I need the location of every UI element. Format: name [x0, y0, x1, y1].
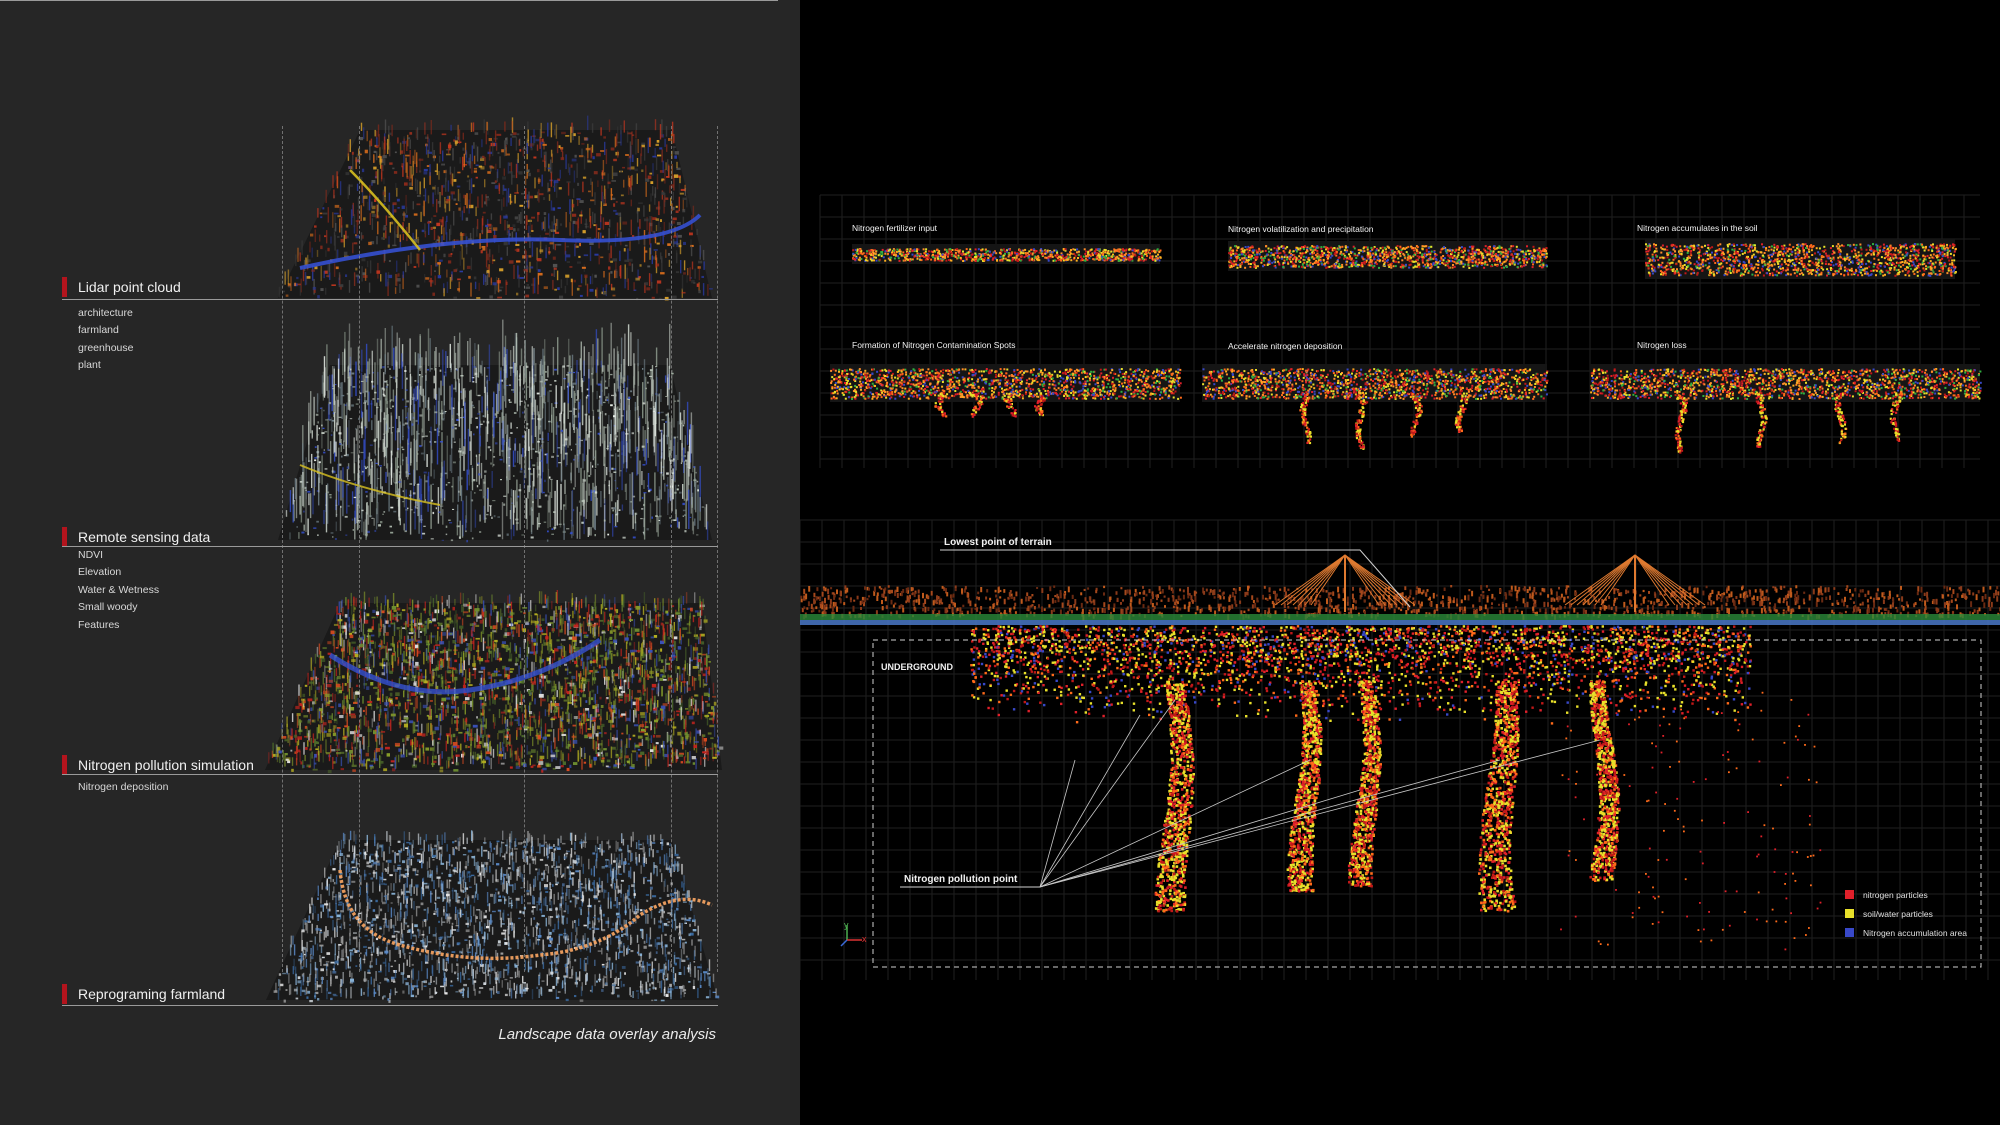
list-item: Features	[78, 617, 159, 634]
section-title-text: Reprograming farmland	[78, 986, 225, 1002]
section-title-reprogram: Reprograming farmland	[62, 984, 225, 1004]
section-marker	[62, 277, 67, 297]
label-underground: UNDERGROUND	[881, 662, 953, 672]
axis-y-label: y	[844, 920, 849, 930]
list-item: architecture	[78, 305, 133, 322]
layer-reprogram	[266, 830, 720, 1003]
panel-contamination	[830, 364, 1182, 418]
guide-line	[359, 126, 360, 972]
legend-label: Nitrogen accumulation area	[1863, 928, 1967, 938]
section-title-text: Lidar point cloud	[78, 279, 181, 295]
label-pollution-point: Nitrogen pollution point	[904, 874, 1017, 885]
legend-swatch	[1845, 928, 1854, 937]
label-lowest-point: Lowest point of terrain	[944, 537, 1052, 548]
layer-base	[278, 130, 712, 298]
panel-loss	[1590, 364, 1982, 454]
guide-line	[671, 126, 672, 972]
layer-remote	[278, 319, 712, 543]
list-item: Elevation	[78, 564, 159, 581]
section-title-text: Nitrogen pollution simulation	[78, 757, 254, 773]
panel-label: Formation of Nitrogen Contamination Spot…	[852, 340, 1015, 350]
simulation-visuals	[800, 194, 2000, 980]
sub-list-remote: NDVI Elevation Water & Wetness Small woo…	[78, 547, 159, 634]
list-item: farmland	[78, 322, 133, 339]
section-title-nitrogen: Nitrogen pollution simulation	[62, 755, 254, 775]
list-item: Nitrogen deposition	[78, 779, 168, 796]
section-title-text: Remote sensing data	[78, 529, 210, 545]
section-title-remote: Remote sensing data	[62, 527, 210, 547]
section-rule	[62, 299, 718, 300]
layer-nitrogen	[265, 590, 724, 774]
layer-lidar	[278, 115, 713, 301]
sub-list-nitrogen: Nitrogen deposition	[78, 779, 168, 796]
legend-label: soil/water particles	[1863, 909, 1933, 919]
legend-item: Nitrogen accumulation area	[1845, 928, 1967, 947]
sub-list-lidar: architecture farmland greenhouse plant	[78, 305, 133, 375]
figure-caption: Landscape data overlay analysis	[498, 1026, 716, 1043]
list-item: greenhouse	[78, 340, 133, 357]
panel-label: Nitrogen volatilization and precipitatio…	[1228, 224, 1374, 234]
section-rule	[62, 1005, 718, 1006]
list-item: Small woody	[78, 599, 159, 616]
guide-line	[282, 126, 283, 972]
panel-accumulation	[1645, 239, 1957, 279]
axis-x-label: x	[862, 934, 867, 944]
water-band	[800, 620, 2000, 625]
section-rule	[62, 774, 718, 775]
panel-fertilizer	[852, 244, 1162, 264]
list-item: Water & Wetness	[78, 582, 159, 599]
section-rule	[62, 546, 718, 547]
panel-volatilization	[1228, 241, 1548, 271]
legend-swatch	[1845, 909, 1854, 918]
panel-label: Accelerate nitrogen deposition	[1228, 341, 1342, 351]
section-marker	[62, 984, 67, 1004]
legend: nitrogen particles soil/water particles …	[1845, 890, 1967, 947]
left-panel: Lidar point cloud architecture farmland …	[0, 0, 800, 1125]
legend-item: soil/water particles	[1845, 909, 1967, 928]
right-panel: Nitrogen fertilizer input Nitrogen volat…	[800, 0, 2000, 1125]
panel-label: Nitrogen accumulates in the soil	[1637, 223, 1757, 233]
list-item: plant	[78, 357, 133, 374]
panel-label: Nitrogen loss	[1637, 340, 1687, 350]
section-marker	[62, 755, 67, 775]
legend-item: nitrogen particles	[1845, 890, 1967, 909]
guide-line	[717, 126, 718, 972]
grid-top	[819, 194, 1980, 468]
underground-frame	[872, 639, 1982, 968]
panel-label: Nitrogen fertilizer input	[852, 223, 937, 233]
guide-line	[524, 126, 525, 972]
legend-swatch	[1845, 890, 1854, 899]
section-title-lidar: Lidar point cloud	[62, 277, 181, 297]
surface-band	[800, 614, 2000, 620]
section-marker	[62, 527, 67, 547]
legend-label: nitrogen particles	[1863, 890, 1928, 900]
list-item: NDVI	[78, 547, 159, 564]
